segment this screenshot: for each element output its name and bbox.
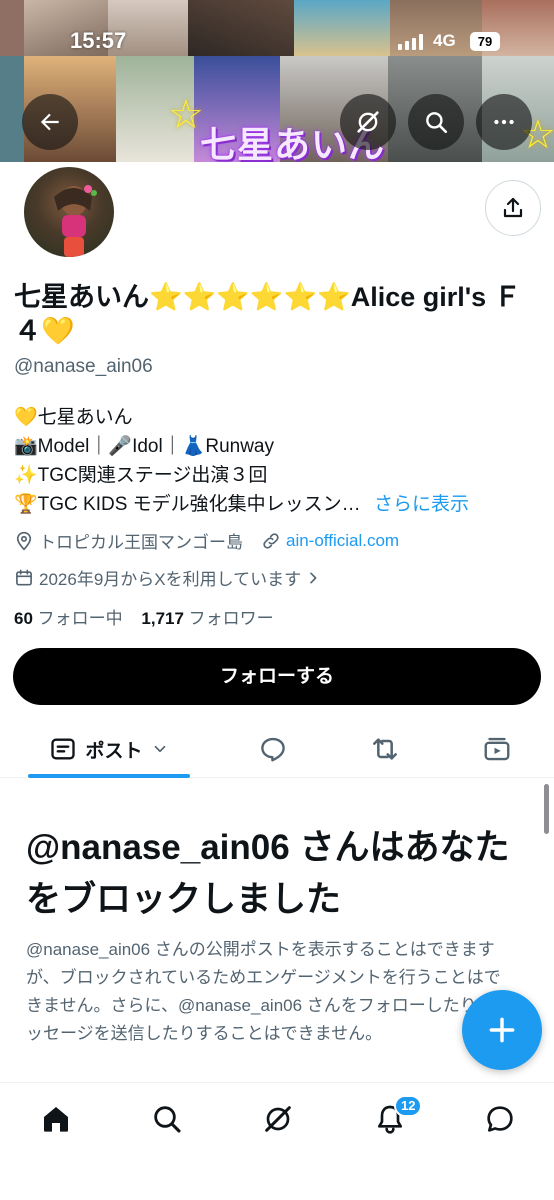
bio-line-last: 🏆TGC KIDS モデル強化集中レッスン… さらに表示	[14, 489, 469, 516]
following-link[interactable]: 60 フォロー中	[14, 609, 127, 628]
profile-meta-location-row: トロピカル王国マンゴー島 ain-official.com	[14, 528, 399, 553]
active-tab-indicator	[28, 774, 190, 778]
blocked-notice-title: @nanase_ain06 さんはあなたをブロックしました	[26, 828, 510, 919]
followers-label: フォロワー	[188, 609, 274, 628]
tab-replies[interactable]	[256, 732, 290, 766]
nav-home[interactable]	[36, 1099, 76, 1139]
search-icon	[426, 112, 448, 134]
joined-date-row[interactable]: 2026年9月からXを利用しています	[14, 565, 326, 590]
notification-badge: 12	[394, 1095, 423, 1117]
banner-photo	[0, 56, 24, 162]
search-button[interactable]	[408, 94, 464, 150]
replies-icon	[261, 737, 285, 762]
chevron-right-icon	[310, 572, 317, 583]
following-label: フォロー中	[37, 609, 123, 628]
tab-posts[interactable]: ポスト	[28, 720, 190, 778]
display-name: 七星あいん⭐⭐⭐⭐⭐⭐Alice girl's Ｆ４💛	[14, 282, 521, 346]
profile-tabs: ポスト	[0, 720, 554, 778]
followers-link[interactable]: 1,717 フォロワー	[141, 609, 273, 628]
compose-post-button[interactable]	[462, 990, 542, 1070]
link-icon	[263, 532, 279, 549]
messages-icon	[487, 1106, 513, 1132]
network-type: 4G	[433, 31, 456, 50]
following-count: 60	[14, 609, 33, 628]
username-handle: @nanase_ain06	[14, 356, 153, 377]
posts-icon	[51, 738, 76, 760]
back-button[interactable]	[22, 94, 78, 150]
avatar[interactable]	[21, 164, 117, 260]
media-icon	[484, 737, 510, 761]
share-button[interactable]	[485, 180, 541, 236]
grok-icon	[265, 1106, 291, 1132]
blocked-notice-body: @nanase_ain06 さんの公開ポストを表示することはできますが、ブロック…	[26, 940, 501, 1043]
tab-media[interactable]	[480, 732, 514, 766]
location-pin-icon	[16, 531, 32, 551]
bio-line: ✨TGC関連ステージ出演３回	[14, 465, 268, 486]
bio-line-text: 🏆TGC KIDS モデル強化集中レッスン…	[14, 494, 361, 515]
plus-icon	[489, 1017, 515, 1043]
joined-date-text: 2026年9月からXを利用しています	[39, 570, 302, 589]
tab-reposts[interactable]	[368, 732, 402, 766]
nav-grok[interactable]	[258, 1099, 298, 1139]
bottom-navigation: 12	[0, 1082, 554, 1200]
signal-icon	[398, 34, 424, 55]
home-icon	[44, 1107, 68, 1132]
status-time: 15:57	[70, 28, 127, 53]
chevron-down-icon	[154, 745, 165, 753]
search-icon	[154, 1106, 181, 1133]
show-more-link[interactable]: さらに表示	[374, 494, 469, 515]
back-arrow-icon	[40, 113, 59, 131]
bio-line: 📸Model｜🎤Idol｜👗Runway	[14, 436, 274, 457]
tab-posts-label: ポスト	[85, 740, 143, 762]
calendar-icon	[16, 569, 32, 585]
avatar-photo	[54, 185, 97, 257]
website-link[interactable]: ain-official.com	[286, 531, 399, 551]
follow-counts: 60 フォロー中 1,717 フォロワー	[14, 604, 274, 629]
follow-button[interactable]: フォローする	[13, 648, 541, 705]
share-icon	[503, 197, 523, 218]
scrollbar[interactable]	[544, 784, 549, 834]
nav-messages[interactable]	[480, 1099, 520, 1139]
followers-count: 1,717	[141, 609, 184, 628]
battery-icon: 79	[470, 32, 500, 51]
grok-icon	[357, 111, 379, 133]
location-text: トロピカル王国マンゴー島	[39, 533, 243, 552]
bio-line: 💛七星あいん	[14, 407, 133, 428]
reposts-icon	[373, 738, 397, 760]
status-bar: 15:57 4G 79	[0, 20, 554, 64]
nav-search[interactable]	[147, 1099, 187, 1139]
grok-button[interactable]	[340, 94, 396, 150]
more-button[interactable]	[476, 94, 532, 150]
more-icon	[494, 119, 514, 125]
banner-star-decoration: ☆	[168, 93, 204, 137]
